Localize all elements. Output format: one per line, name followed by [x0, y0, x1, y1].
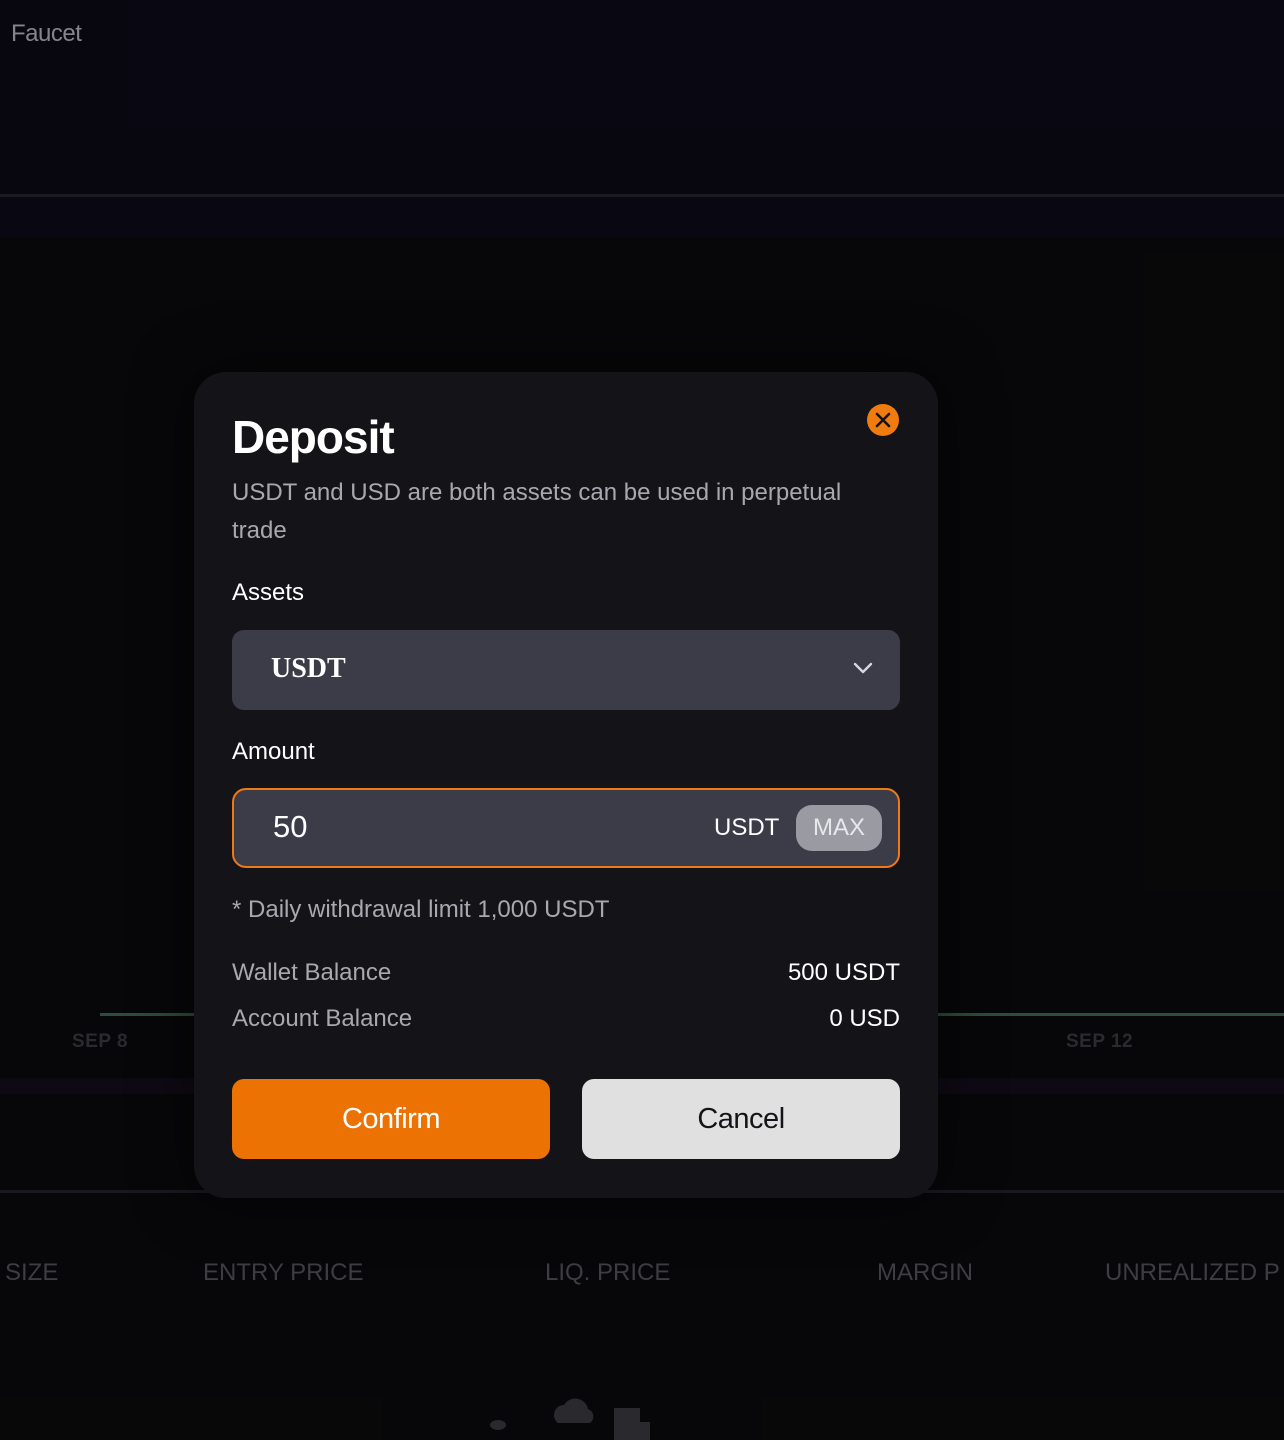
account-balance-label: Account Balance [232, 1005, 413, 1032]
assets-label: Assets [232, 579, 305, 606]
close-button[interactable] [867, 404, 899, 436]
modal-description: USDT and USD are both assets can be used… [232, 479, 842, 544]
max-button[interactable]: MAX [796, 805, 882, 851]
amount-label: Amount [232, 738, 315, 765]
deposit-modal: Deposit USDT and USD are both assets can… [194, 372, 938, 1198]
confirm-button[interactable]: Confirm [232, 1079, 550, 1159]
amount-field: USDT MAX [232, 788, 900, 868]
wallet-balance-value: 500 USDT [787, 959, 900, 986]
close-icon [875, 412, 891, 428]
assets-select-value: USDT [271, 653, 346, 684]
account-balance-value: 0 USD [829, 1005, 900, 1032]
assets-select[interactable]: USDT [232, 630, 900, 710]
wallet-balance-label: Wallet Balance [232, 959, 392, 986]
withdrawal-limit-note: * Daily withdrawal limit 1,000 USDT [232, 896, 610, 923]
modal-title: Deposit [232, 411, 395, 463]
chevron-down-icon [853, 662, 873, 674]
cancel-button[interactable]: Cancel [582, 1079, 900, 1159]
amount-unit: USDT [714, 814, 780, 841]
amount-input[interactable] [273, 804, 653, 850]
